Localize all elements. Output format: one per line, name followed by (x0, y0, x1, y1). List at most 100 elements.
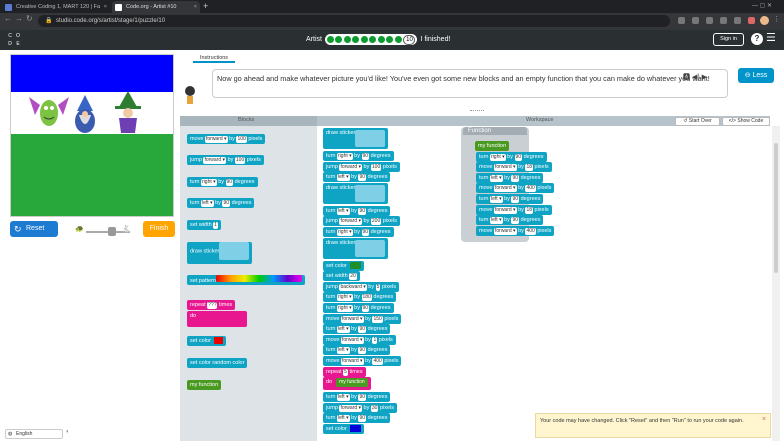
value-field[interactable]: 90 (358, 415, 367, 423)
code-block[interactable]: draw sticker (323, 128, 389, 149)
extension-icon[interactable] (734, 17, 741, 24)
close-tab-icon[interactable]: × (194, 1, 197, 13)
finish-button[interactable]: Finish (143, 221, 175, 237)
level-dot[interactable] (369, 36, 377, 43)
code-block[interactable]: turn left ▾ by 90 degrees (323, 205, 391, 216)
value-field[interactable]: 90 (361, 229, 370, 236)
code-block[interactable]: jump forward ▾ by 100 pixels (187, 155, 264, 165)
value-field[interactable]: 1 (213, 222, 219, 229)
code-block[interactable]: turn left ▾ by 90 degrees (187, 198, 255, 208)
reload-icon[interactable]: ↻ (26, 14, 33, 23)
code-block[interactable]: set color (187, 336, 226, 346)
code-block[interactable]: my function (187, 380, 222, 390)
direction-dropdown[interactable]: forward ▾ (493, 164, 517, 172)
less-button[interactable]: ⊖ Less (738, 68, 774, 83)
value-field[interactable]: 18 (525, 206, 533, 214)
browser-menu-icon[interactable]: ⋮ (773, 15, 780, 23)
code-block[interactable]: jump forward ▾ by 100 pixels (323, 161, 400, 172)
value-field[interactable]: 90 (511, 217, 520, 225)
hamburger-menu-icon[interactable]: ☰ (766, 31, 776, 44)
value-field[interactable]: 90 (358, 174, 367, 182)
code-block[interactable]: jump forward ▾ by 200 pixels (323, 216, 400, 227)
direction-dropdown[interactable]: forward ▾ (339, 163, 363, 171)
language-select[interactable]: ◍ English (5, 429, 63, 439)
value-field[interactable]: 90 (511, 195, 520, 203)
direction-dropdown[interactable]: right ▾ (337, 153, 353, 160)
code-block[interactable]: move forward ▾ by 100 pixels (187, 134, 266, 144)
code-block[interactable]: turn left ▾ by 90 degrees (476, 193, 544, 204)
value-field[interactable]: 90 (361, 305, 370, 312)
value-field[interactable]: 100 (236, 136, 247, 143)
star-icon[interactable] (678, 17, 685, 24)
level-dot[interactable] (394, 36, 402, 43)
code-block[interactable]: set color (323, 424, 364, 434)
close-tab-icon[interactable]: × (104, 1, 107, 13)
code-block[interactable]: repeat 5 times (323, 366, 366, 377)
code-block[interactable]: jump forward ▾ by 30 pixels (323, 402, 398, 413)
level-dot[interactable] (326, 36, 334, 43)
code-block[interactable]: move forward ▾ by 150 pixels (323, 313, 402, 324)
value-field[interactable]: 150 (372, 315, 383, 323)
extension-icon[interactable] (692, 17, 699, 24)
direction-dropdown[interactable]: forward ▾ (493, 206, 517, 214)
color-swatch[interactable] (349, 425, 361, 433)
direction-dropdown[interactable]: forward ▾ (493, 227, 517, 235)
my-function-call-block[interactable]: my function (336, 378, 368, 388)
code-block[interactable]: move forward ▾ by 18 pixels (476, 204, 552, 215)
value-field[interactable]: 100 (234, 157, 246, 164)
level-dot[interactable] (360, 36, 368, 43)
direction-dropdown[interactable]: right ▾ (337, 229, 353, 236)
volume-icon[interactable]: ◀) (692, 74, 700, 81)
code-block[interactable]: turn right ▾ by 90 degrees (323, 151, 394, 161)
value-field[interactable]: ??? (207, 302, 218, 309)
code-block[interactable]: do my function (323, 377, 371, 391)
sticker-dropdown[interactable] (355, 130, 386, 147)
start-over-button[interactable]: ↺ Start Over (675, 117, 720, 126)
code-block[interactable]: set width 20 (323, 271, 360, 282)
text-size-icon[interactable]: 🅰 (683, 74, 690, 81)
direction-dropdown[interactable]: forward ▾ (340, 358, 364, 365)
play-icon[interactable]: ▶ (702, 74, 707, 81)
tab-instructions[interactable]: Instructions (193, 54, 235, 63)
value-field[interactable]: 90 (514, 153, 523, 161)
value-field[interactable]: 5 (343, 368, 348, 376)
direction-dropdown[interactable]: forward ▾ (493, 185, 517, 193)
code-block[interactable]: turn right ▾ by 180 degrees (323, 292, 397, 303)
code-block[interactable]: turn right ▾ by 90 degrees (476, 151, 547, 162)
value-field[interactable]: 90 (511, 174, 520, 182)
sticker-dropdown[interactable] (219, 242, 250, 260)
forward-icon[interactable]: → (15, 14, 23, 23)
direction-dropdown[interactable]: forward ▾ (340, 315, 364, 323)
value-field[interactable]: 400 (372, 358, 383, 365)
code-block[interactable]: set pattern (187, 275, 305, 285)
course-title[interactable]: Artist (306, 33, 322, 46)
sticker-dropdown[interactable] (355, 184, 386, 202)
repeat-do-slot[interactable]: do (187, 311, 247, 327)
value-field[interactable]: 90 (358, 347, 367, 355)
color-swatch[interactable] (349, 261, 361, 269)
code-block[interactable]: turn left ▾ by 90 degrees (476, 215, 544, 226)
direction-dropdown[interactable]: forward ▾ (204, 136, 228, 143)
code-block[interactable]: jump backward ▾ by 5 pixels (323, 281, 400, 292)
code-block[interactable]: turn left ▾ by 90 degrees (323, 413, 391, 424)
direction-dropdown[interactable]: left ▾ (337, 326, 350, 334)
window-controls[interactable]: — ▢ ✕ (752, 2, 782, 11)
pattern-dropdown[interactable] (216, 275, 302, 282)
value-field[interactable]: 5 (375, 283, 381, 291)
sticker-dropdown[interactable] (355, 239, 386, 257)
back-icon[interactable]: ← (4, 14, 12, 23)
code-block[interactable]: turn left ▾ by 90 degrees (323, 345, 391, 356)
code-block[interactable]: turn right ▾ by 90 degrees (187, 177, 258, 187)
value-field[interactable]: 90 (358, 394, 367, 402)
profile-avatar[interactable] (760, 16, 769, 25)
scrollbar-thumb[interactable] (774, 143, 778, 273)
code-block[interactable]: draw sticker (323, 237, 389, 259)
code-block[interactable]: turn left ▾ by 90 degrees (476, 172, 544, 183)
code-block[interactable]: turn left ▾ by 90 degrees (323, 172, 391, 183)
codeorg-logo[interactable]: C O D E (6, 32, 22, 48)
value-field[interactable]: 20 (349, 273, 357, 281)
direction-dropdown[interactable]: forward ▾ (339, 404, 363, 412)
code-block[interactable]: set color random color (187, 358, 248, 368)
value-field[interactable]: 90 (225, 179, 234, 186)
code-block[interactable]: turn left ▾ by 90 degrees (323, 324, 391, 335)
